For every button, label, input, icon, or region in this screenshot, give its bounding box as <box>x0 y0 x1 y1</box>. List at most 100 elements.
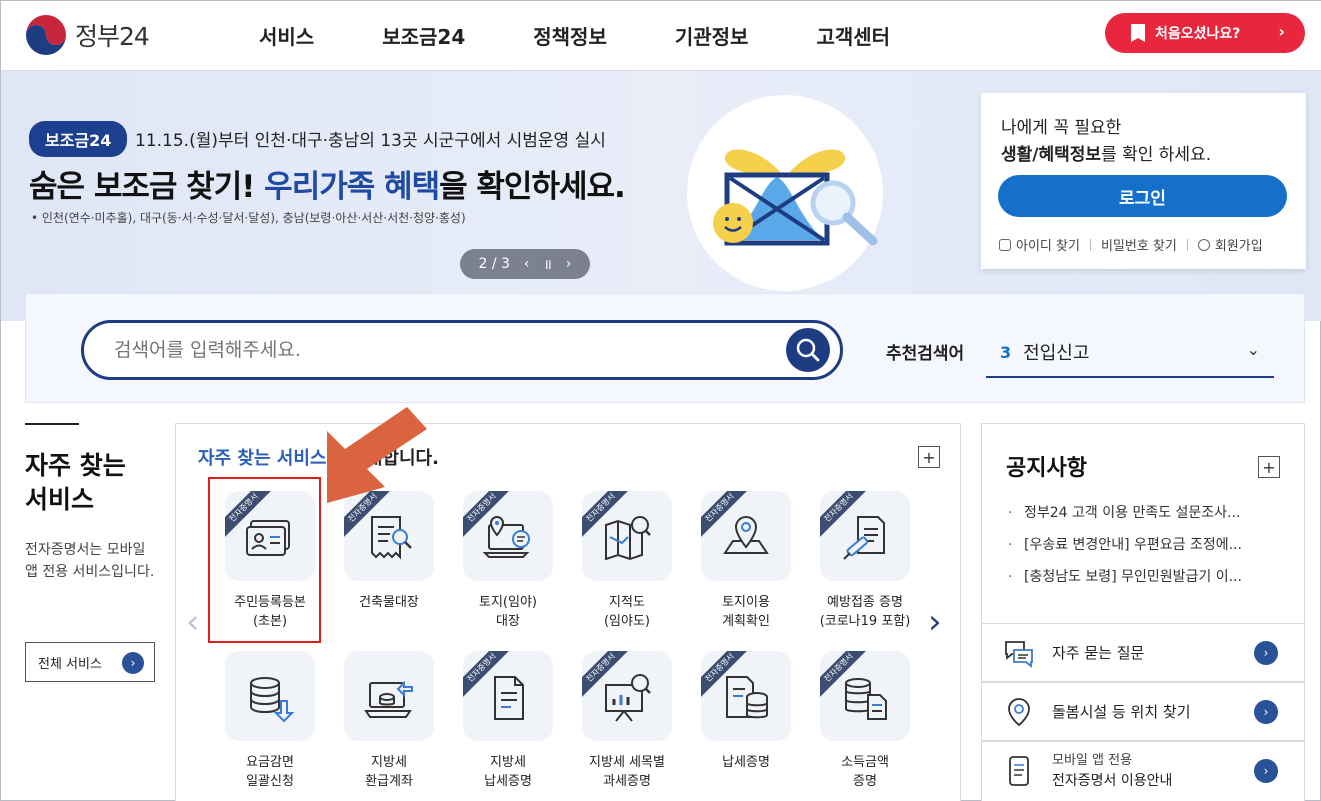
service-tile-land-use-plan[interactable]: 전자증명서 토지이용 계획확인 <box>686 491 806 631</box>
banner-badge: 보조금24 <box>29 121 128 157</box>
carousel-next-icon[interactable]: › <box>928 602 942 642</box>
quick-link-label: 돌봄시설 등 위치 찾기 <box>1052 703 1191 721</box>
signup-link[interactable]: 회원가입 <box>1197 235 1263 254</box>
laptop-coins-icon <box>364 680 413 718</box>
recommended-search-dropdown[interactable]: 3 전입신고 ⌄ <box>986 328 1274 378</box>
nav-customer-center[interactable]: 고객센터 <box>816 21 890 50</box>
tile-label-line1: 납세증명 <box>722 755 770 770</box>
quick-link-care-facilities[interactable]: 돌봄시설 등 위치 찾기 › <box>981 682 1305 741</box>
notice-item[interactable]: [충청남도 보령] 무인민원발급기 이... <box>1008 568 1298 586</box>
service-tile-cadastral-map[interactable]: 전자증명서 지적도 (임야도) <box>567 491 687 631</box>
tile-label-line1: 지적도 <box>609 595 645 610</box>
service-tile-local-tax-assessment[interactable]: 전자증명서 지방세 세목별과세증명 <box>567 651 687 791</box>
tile-label: 지적도 (임야도) <box>567 593 687 631</box>
notice-item[interactable]: [우송료 변경안내] 우편요금 조정에... <box>1008 536 1298 554</box>
quick-link-faq[interactable]: 자주 묻는 질문 › <box>981 623 1305 682</box>
pager-next-icon[interactable]: › <box>566 256 572 272</box>
tile-label: 요금감면일괄신청 <box>210 753 330 791</box>
tile-label: 지방세 환급계좌 <box>329 753 449 791</box>
tile-icon-box: 전자증명서 <box>582 491 672 581</box>
tile-label: 건축물대장 <box>329 593 449 612</box>
frequent-services-title: 자주 찾는 서비스 <box>25 451 126 514</box>
service-tile-land-register[interactable]: 전자증명서 토지(임야) 대장 <box>448 491 568 631</box>
headline-part2: 을 확인하세요. <box>439 169 626 205</box>
search-section: 추천검색어 3 전입신고 ⌄ <box>25 293 1305 403</box>
quick-link-mainlabel: 전자증명서 이용안내 <box>1052 773 1173 789</box>
find-password-link[interactable]: 비밀번호 찾기 <box>1101 235 1177 254</box>
service-tile-local-tax-payment[interactable]: 전자증명서 지방세 납세증명 <box>448 651 568 791</box>
arrow-right-icon: › <box>122 652 144 674</box>
section-rule <box>25 423 79 425</box>
document-coins-icon <box>726 676 768 719</box>
banner-headline: 숨은 보조금 찾기! 우리가족 혜택을 확인하세요. <box>29 161 626 206</box>
nav-services[interactable]: 서비스 <box>259 21 314 50</box>
notice-more-button[interactable]: + <box>1258 456 1280 478</box>
arrow-right-icon: › <box>1254 759 1278 783</box>
logo-text: 정부24 <box>75 22 150 51</box>
bookmark-star-icon <box>1131 24 1145 42</box>
tile-icon-box: 전자증명서 <box>701 491 791 581</box>
tile-label-line2: 일괄신청 <box>246 774 294 789</box>
coins-document-icon <box>845 678 887 720</box>
headline-part1: 숨은 보조금 찾기! <box>29 169 255 205</box>
location-pin-icon <box>1008 698 1030 727</box>
nav-agency-info[interactable]: 기관정보 <box>675 21 749 50</box>
logo[interactable]: 정부24 <box>25 13 150 57</box>
headline-highlight: 우리가족 혜택 <box>264 169 440 205</box>
quick-link-mobile-certificate[interactable]: 모바일 앱 전용 전자증명서 이용안내 › <box>981 741 1305 801</box>
tile-label-line2: 증명 <box>853 774 877 789</box>
service-tile-vaccination-certificate[interactable]: 전자증명서 예방접종 증명 (코로나19 포함) <box>805 491 925 631</box>
service-tile-income-certificate[interactable]: 전자증명서 소득금액 증명 <box>805 651 925 791</box>
login-prompt-bold: 생활/혜택정보 <box>1001 145 1102 165</box>
all-services-label: 전체 서비스 <box>38 656 102 672</box>
first-visit-button[interactable]: 처음오셨나요? › <box>1105 13 1305 53</box>
tile-label-line2: (임야도) <box>603 614 651 629</box>
find-id-label: 아이디 찾기 <box>1016 239 1080 254</box>
tile-icon-box: 전자증명서 <box>582 651 672 741</box>
search-button[interactable] <box>786 328 830 372</box>
tile-label-line1: 건축물대장 <box>359 595 419 610</box>
tile-label-line2: 과세증명 <box>603 774 651 789</box>
notice-item[interactable]: 정부24 고객 이용 만족도 설문조사... <box>1008 504 1298 522</box>
header: 정부24 서비스 보조금24 정책정보 기관정보 고객센터 처음오셨나요? › <box>1 1 1321 71</box>
tile-label: 납세증명 <box>686 753 806 772</box>
nav-policy-info[interactable]: 정책정보 <box>533 21 607 50</box>
divider <box>1186 238 1188 251</box>
search-input[interactable] <box>81 320 843 380</box>
all-services-button[interactable]: 전체 서비스 › <box>25 642 155 682</box>
tile-label-line1: 토지(임야) <box>479 595 537 610</box>
tile-label: 예방접종 증명 (코로나19 포함) <box>805 593 925 631</box>
notice-list: 정부24 고객 이용 만족도 설문조사... [우송료 변경안내] 우편요금 조… <box>1008 504 1298 600</box>
chevron-down-icon: ⌄ <box>1246 340 1260 359</box>
tile-label-line2: 환급계좌 <box>365 774 413 789</box>
carousel-prev-icon[interactable]: ‹ <box>186 602 200 642</box>
nav-subsidy24[interactable]: 보조금24 <box>382 21 465 50</box>
tile-icon-box: 전자증명서 <box>820 651 910 741</box>
tile-label: 지방세 세목별과세증명 <box>567 753 687 791</box>
recommended-term: 전입신고 <box>1023 343 1090 364</box>
tile-label-line1: 요금감면 <box>246 755 294 770</box>
service-tile-local-tax-refund[interactable]: 지방세 환급계좌 <box>329 651 449 791</box>
service-tile-building-register[interactable]: 전자증명서 건축물대장 <box>329 491 449 612</box>
recommended-rank: 3 <box>1000 342 1012 362</box>
pager-pause-icon[interactable]: ॥ <box>544 255 552 274</box>
tile-label: 소득금액 증명 <box>805 753 925 791</box>
highlight-box <box>208 477 321 643</box>
syringe-document-icon <box>843 516 885 560</box>
service-tile-fee-reduction[interactable]: 요금감면일괄신청 <box>210 651 330 791</box>
find-id-link[interactable]: 아이디 찾기 <box>999 235 1080 254</box>
tile-label-line1: 토지이용 <box>722 595 770 610</box>
chevron-right-icon: › <box>1278 22 1285 41</box>
service-tile-tax-payment[interactable]: 전자증명서 납세증명 <box>686 651 806 772</box>
tile-icon-box <box>225 651 315 741</box>
tile-label-line1: 지방세 세목별 <box>589 755 665 770</box>
login-prompt-line1: 나에게 꼭 필요한 <box>1001 118 1122 138</box>
main-nav: 서비스 보조금24 정책정보 기관정보 고객센터 <box>259 21 958 50</box>
services-more-button[interactable]: + <box>918 446 940 468</box>
signup-label: 회원가입 <box>1214 239 1263 254</box>
recommended-search-label: 추천검색어 <box>886 344 965 364</box>
login-card: 나에게 꼭 필요한 생활/혜택정보를 확인 하세요. 로그인 아이디 찾기 비밀… <box>981 93 1306 269</box>
login-button[interactable]: 로그인 <box>998 175 1287 217</box>
tile-label: 지방세 납세증명 <box>448 753 568 791</box>
pager-prev-icon[interactable]: ‹ <box>524 256 530 272</box>
